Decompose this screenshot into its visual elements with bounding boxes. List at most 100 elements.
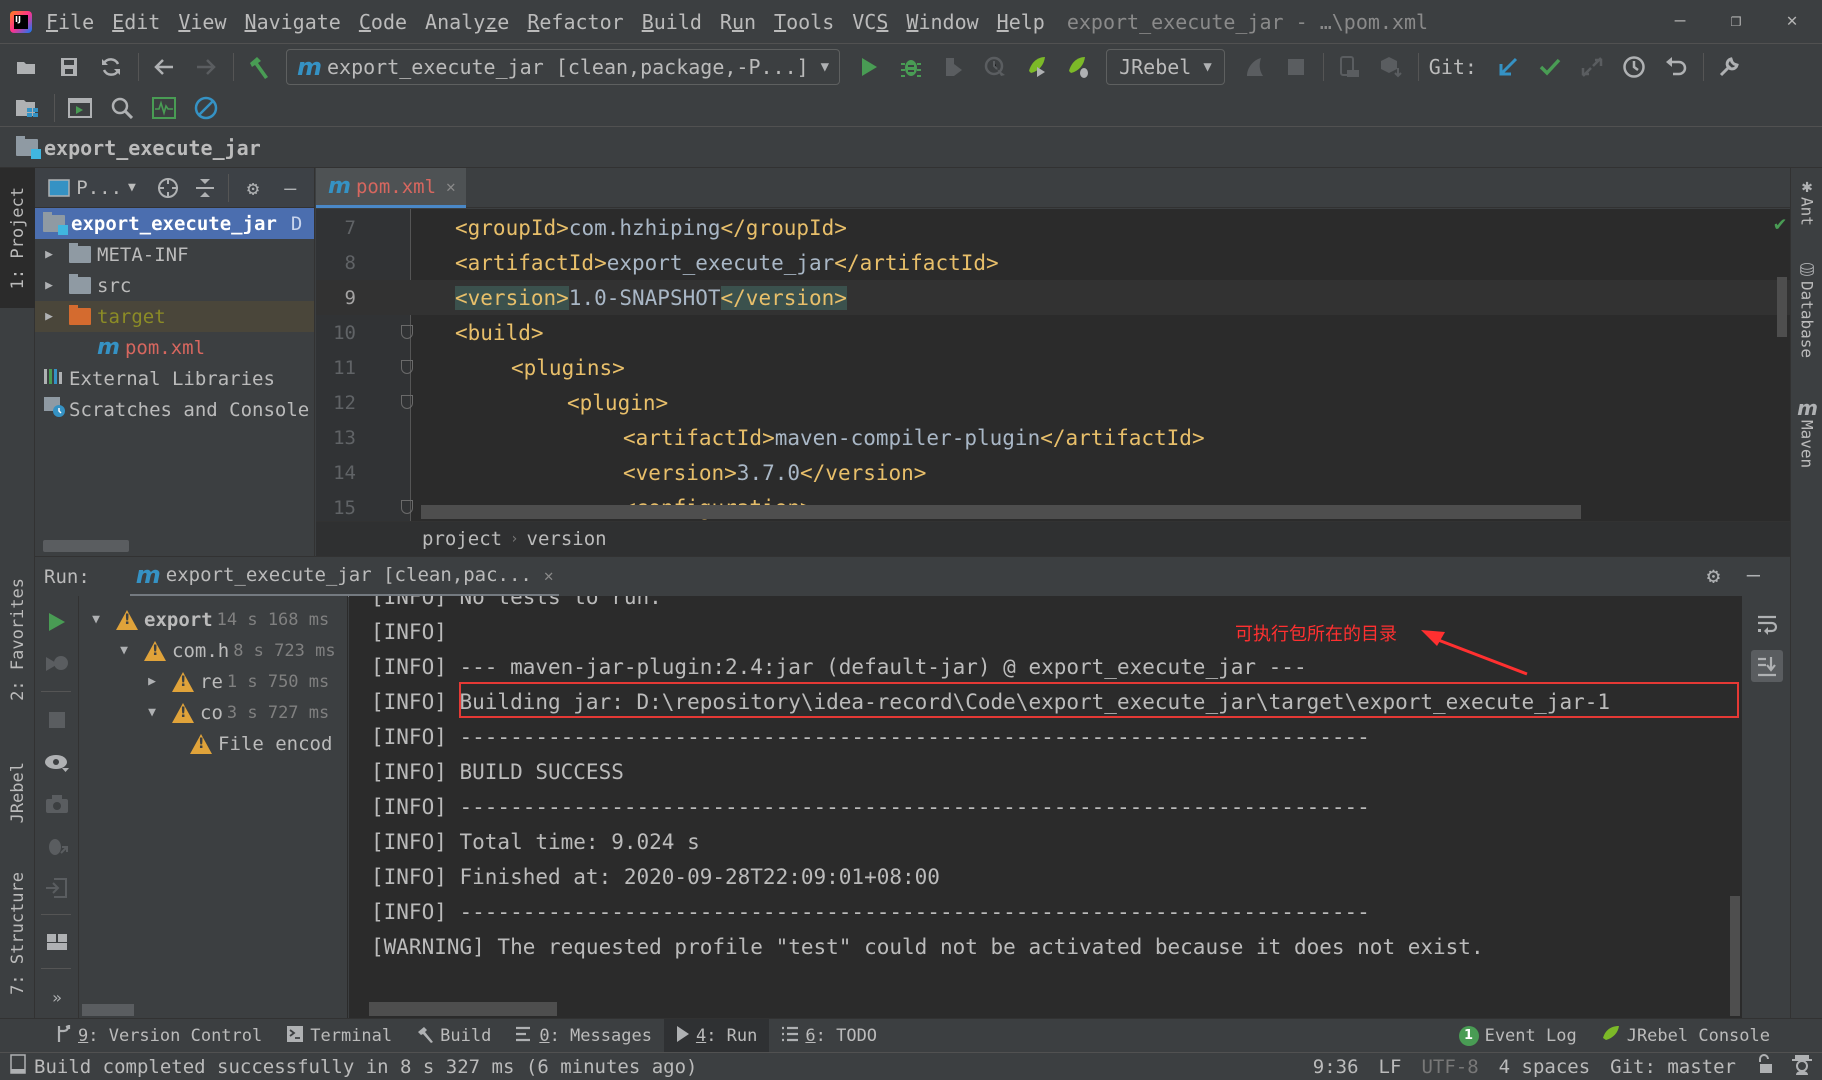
status-message[interactable]: Build completed successfully in 8 s 327 …	[34, 1056, 697, 1078]
git-commit-icon[interactable]	[1535, 52, 1565, 82]
fold-marker-icon[interactable]	[401, 360, 413, 374]
tool-tab-maven[interactable]: m Maven	[1791, 396, 1822, 468]
fold-marker-icon[interactable]	[401, 325, 413, 339]
debug-icon[interactable]	[896, 52, 926, 82]
restore-button[interactable]: ❐	[1716, 6, 1756, 36]
git-update-icon[interactable]	[1493, 52, 1523, 82]
menu-code[interactable]: Code	[359, 10, 407, 34]
tool-tab-build[interactable]: Build	[404, 1019, 503, 1053]
tool-tab-project[interactable]: 1: Project	[0, 168, 35, 308]
code-line[interactable]: 8 <artifactId>export_execute_jar</artifac…	[316, 245, 1790, 280]
tool-tab-messages[interactable]: 0: Messages	[503, 1019, 664, 1053]
project-view-icon[interactable]	[45, 174, 72, 202]
rerun-icon[interactable]	[41, 606, 73, 638]
build-hammer-icon[interactable]	[244, 52, 274, 82]
run-tab[interactable]: m export_execute_jar [clean,pac... ✕	[129, 557, 560, 597]
project-structure-icon[interactable]	[12, 93, 42, 123]
jrebel-selector[interactable]: JRebel ▼	[1106, 49, 1225, 85]
code-line[interactable]: 13 <artifactId>maven-compiler-plugin</art…	[316, 420, 1790, 455]
menu-window[interactable]: Window	[906, 10, 978, 34]
tool-tab-version-control[interactable]: 9: Version Control	[44, 1019, 274, 1053]
expand-arrow-icon[interactable]: ▶	[43, 278, 55, 293]
stop-icon[interactable]	[1281, 52, 1311, 82]
project-tree-item[interactable]: Scratches and Console	[35, 394, 314, 425]
console-output[interactable]: [INFO] No tests to run. [INFO] [INFO] --- …	[349, 596, 1742, 1018]
show-icon[interactable]	[41, 746, 73, 778]
layout-icon[interactable]	[41, 926, 73, 958]
menu-file[interactable]: File	[46, 10, 94, 34]
menu-help[interactable]: Help	[997, 10, 1045, 34]
git-revert-icon[interactable]	[1661, 52, 1691, 82]
inspection-ok-icon[interactable]: ✔	[1774, 211, 1786, 235]
run-dashboard-icon[interactable]	[65, 93, 95, 123]
jrebel-debug-icon[interactable]	[1064, 52, 1094, 82]
tool-tab-terminal[interactable]: Terminal	[274, 1019, 404, 1053]
project-tree-item[interactable]: ▶ target	[35, 301, 314, 332]
menu-view[interactable]: View	[178, 10, 226, 34]
menu-build[interactable]: Build	[642, 10, 702, 34]
menu-run[interactable]: Run	[720, 10, 756, 34]
close-tab-icon[interactable]: ✕	[446, 177, 456, 196]
collapse-arrow-icon[interactable]: ▼	[90, 612, 102, 627]
more-actions-icon[interactable]: »	[41, 981, 73, 1013]
search-everywhere-icon[interactable]	[107, 93, 137, 123]
run-tree-item[interactable]: File encod	[190, 728, 332, 759]
menu-navigate[interactable]: Navigate	[245, 10, 341, 34]
expand-arrow-icon[interactable]: ▶	[43, 309, 55, 324]
profile-icon[interactable]	[980, 52, 1010, 82]
chevron-down-icon[interactable]: ▼	[128, 180, 136, 195]
coverage-icon[interactable]	[938, 52, 968, 82]
settings-wrench-icon[interactable]	[1714, 52, 1744, 82]
editor-tab-pom-xml[interactable]: m pom.xml ✕	[316, 168, 466, 208]
console-horizontal-scrollbar[interactable]	[369, 1002, 557, 1016]
run-tree-item[interactable]: ▼ co3 s 727 ms	[146, 697, 329, 728]
debug-export-icon[interactable]	[41, 830, 73, 862]
file-encoding[interactable]: UTF-8	[1421, 1056, 1478, 1078]
breadcrumb-item[interactable]: project	[422, 528, 502, 550]
git-history-icon[interactable]	[1619, 52, 1649, 82]
tool-tab-event-log[interactable]: 1 Event Log	[1447, 1019, 1589, 1053]
power-save-mode-icon[interactable]	[191, 93, 221, 123]
collapse-all-icon[interactable]	[191, 174, 218, 202]
editor-horizontal-scrollbar[interactable]	[421, 505, 1581, 519]
back-icon[interactable]	[149, 52, 179, 82]
project-scrollbar[interactable]	[43, 540, 129, 552]
code-line[interactable]: 7 <groupId>com.hzhiping</groupId>	[316, 210, 1790, 245]
close-button[interactable]: ✕	[1772, 6, 1812, 36]
navigation-bar-project[interactable]: export_execute_jar	[44, 136, 261, 160]
sdk-manager-icon[interactable]	[1376, 52, 1406, 82]
stop-icon[interactable]	[41, 704, 73, 736]
minimize-button[interactable]: —	[1660, 6, 1700, 36]
soft-wrap-icon[interactable]	[1751, 608, 1783, 640]
line-separator[interactable]: LF	[1379, 1056, 1402, 1078]
sync-icon[interactable]	[96, 52, 126, 82]
menu-analyze[interactable]: Analyze	[425, 10, 509, 34]
scroll-to-end-icon[interactable]	[1751, 650, 1783, 682]
hide-panel-icon[interactable]: —	[277, 174, 304, 202]
tool-tab-jrebel[interactable]: JRebel	[0, 738, 35, 848]
fold-marker-icon[interactable]	[401, 500, 413, 514]
lock-icon[interactable]	[1756, 1054, 1772, 1079]
tool-tab-favorites[interactable]: 2: Favorites	[0, 554, 35, 724]
attach-debugger-icon[interactable]	[1239, 52, 1269, 82]
code-line[interactable]: 14 <version>3.7.0</version>	[316, 455, 1790, 490]
code-line[interactable]: 12 <plugin>	[316, 385, 1790, 420]
status-toggle-icon[interactable]	[10, 1054, 26, 1079]
run-configuration-selector[interactable]: m export_execute_jar [clean,package,-P..…	[286, 49, 841, 85]
open-folder-icon[interactable]	[12, 52, 42, 82]
project-tree-item[interactable]: ▶ src	[35, 270, 314, 301]
inspector-icon[interactable]	[1792, 1053, 1812, 1080]
run-tree-scrollbar[interactable]	[82, 1004, 134, 1016]
tool-tab-database[interactable]: ⛁ Database	[1791, 260, 1822, 358]
camera-icon[interactable]	[41, 788, 73, 820]
expand-arrow-icon[interactable]: ▶	[43, 247, 55, 262]
tool-tab-todo[interactable]: 6: TODO	[769, 1019, 889, 1053]
project-tree-item[interactable]: m pom.xml	[35, 332, 314, 363]
git-compare-icon[interactable]	[1577, 52, 1607, 82]
jrebel-run-icon[interactable]	[1022, 52, 1052, 82]
expand-arrow-icon[interactable]: ▶	[146, 674, 158, 689]
gear-icon[interactable]: ⚙	[239, 174, 266, 202]
tool-tab-run[interactable]: 4: Run	[663, 1018, 770, 1053]
save-all-icon[interactable]	[54, 52, 84, 82]
menu-edit[interactable]: Edit	[112, 10, 160, 34]
